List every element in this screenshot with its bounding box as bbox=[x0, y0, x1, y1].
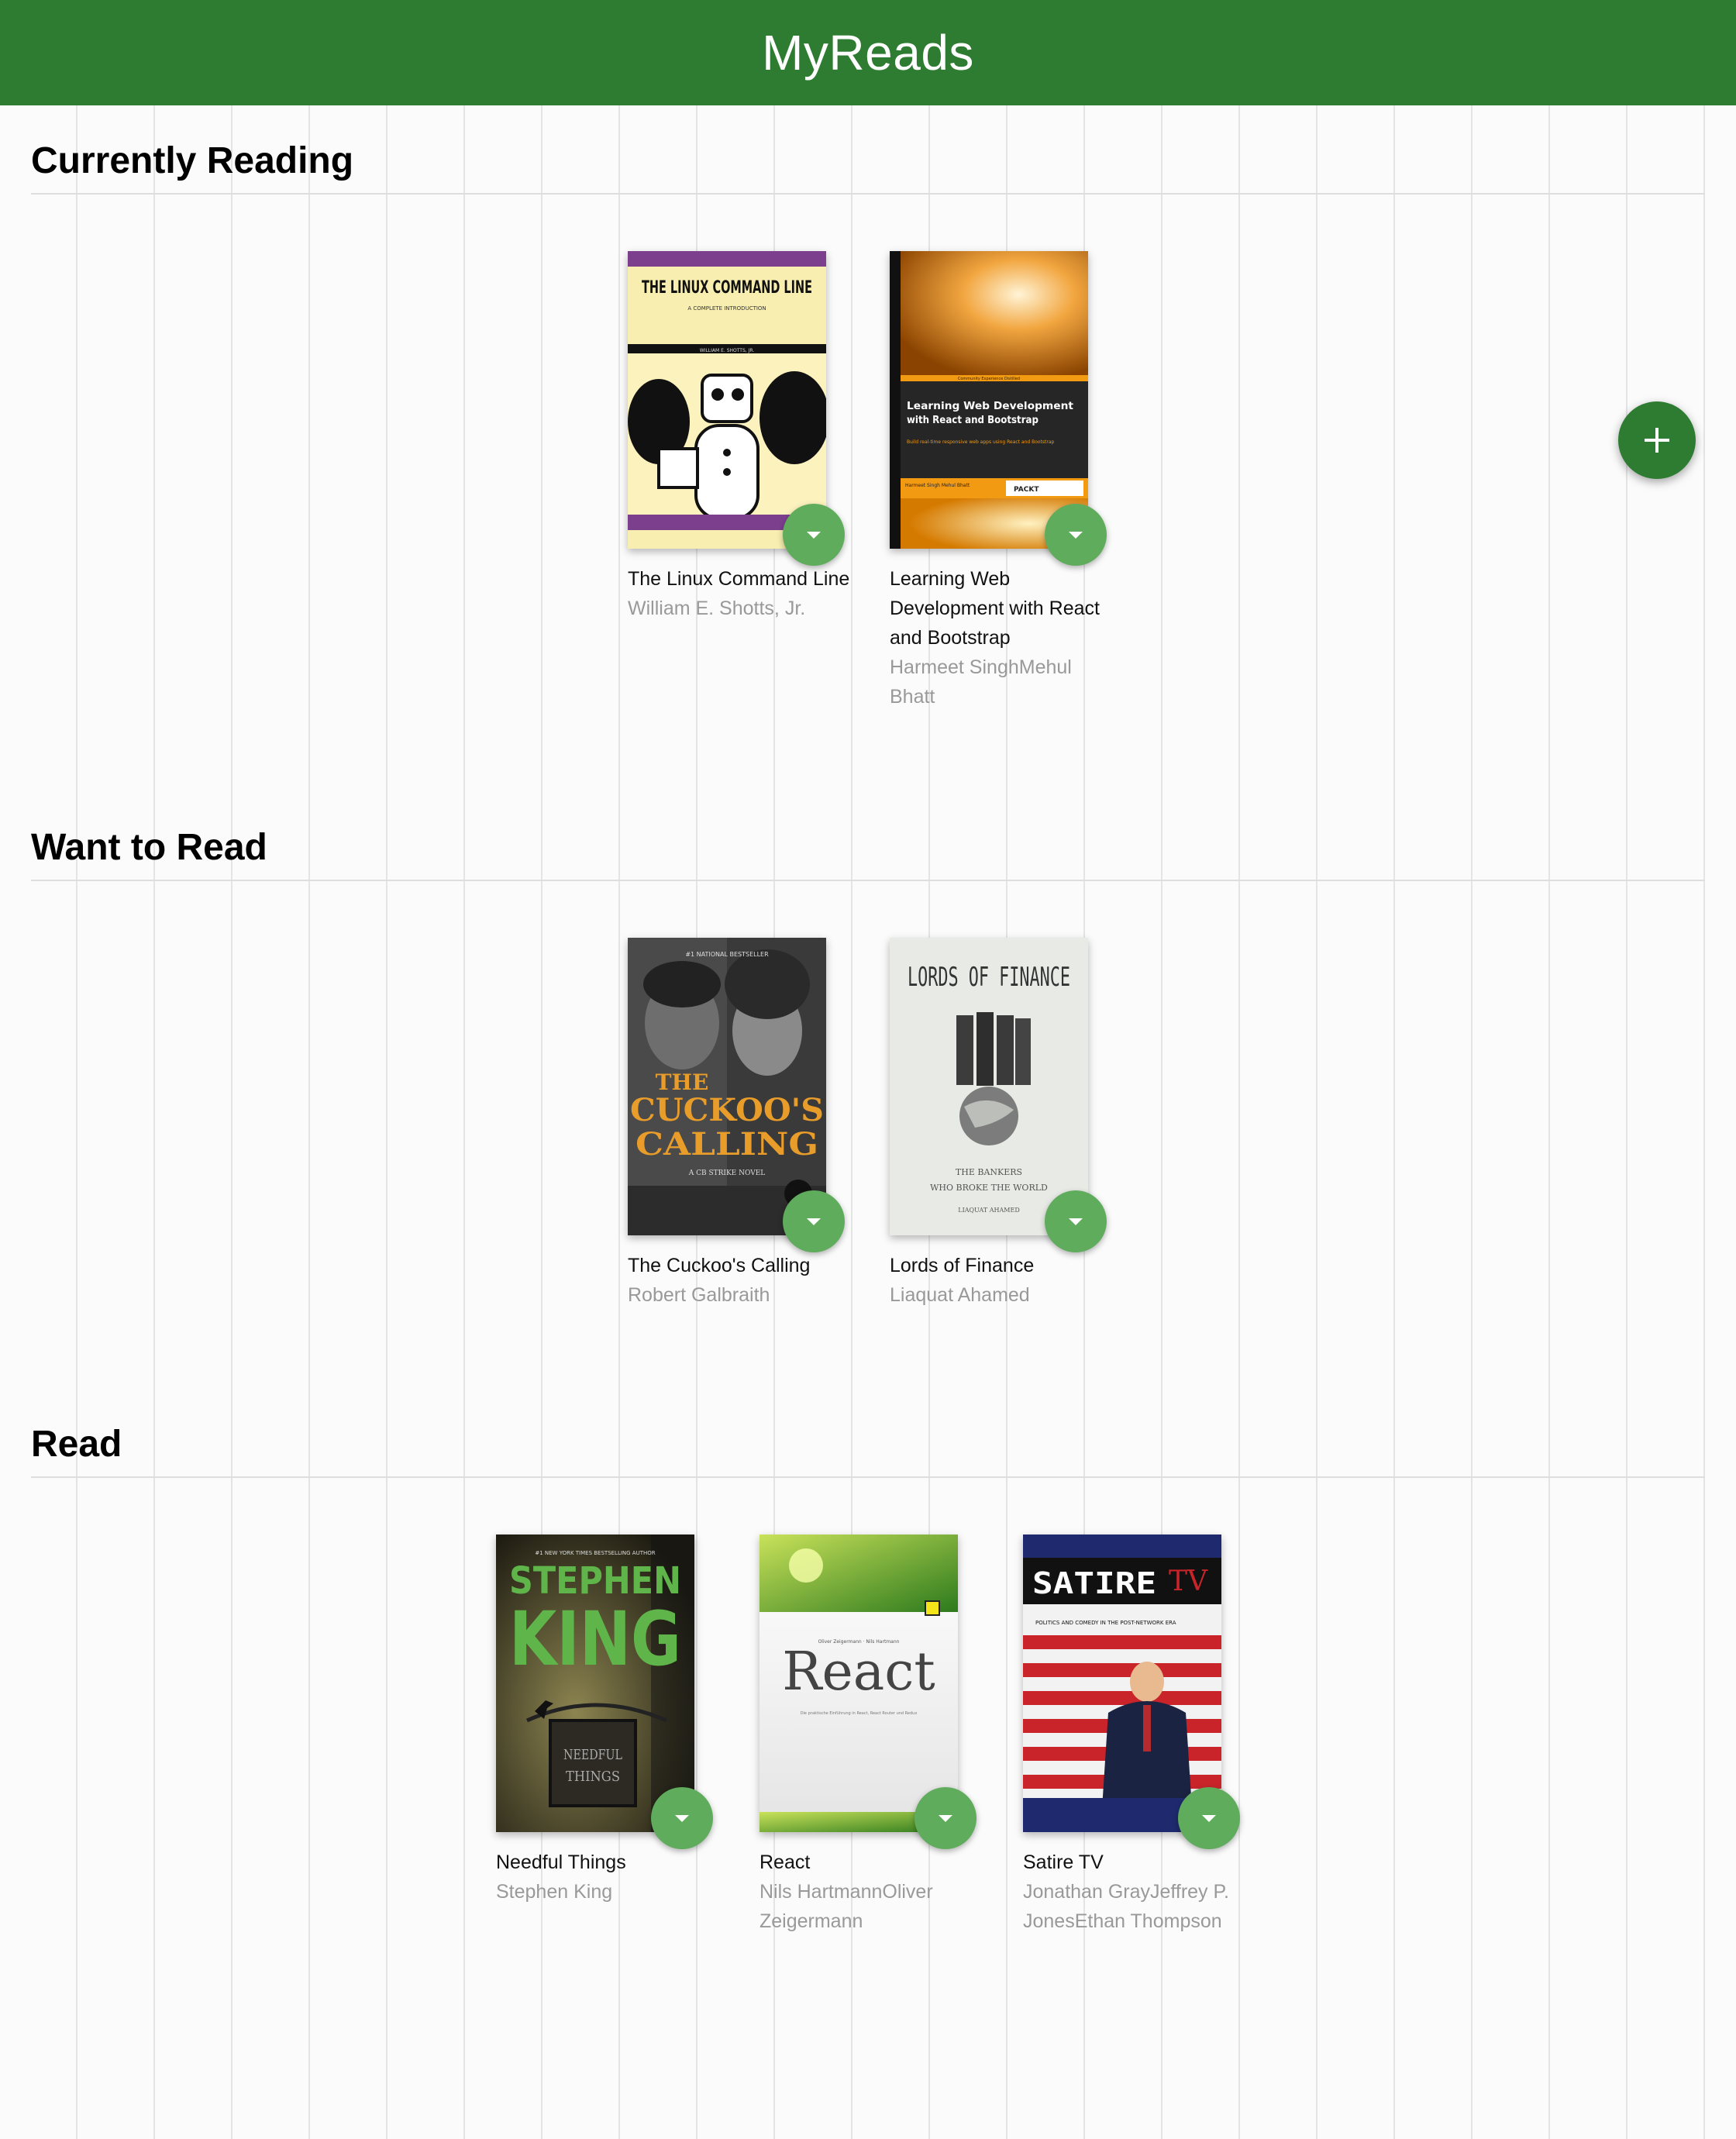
triangle-down-icon bbox=[1069, 1218, 1083, 1225]
book-cover[interactable]: Community Experience Distilled Learning … bbox=[890, 251, 1088, 549]
triangle-down-icon bbox=[807, 1218, 821, 1225]
book-authors: Harmeet SinghMehul Bhatt bbox=[890, 656, 1072, 708]
shelf-title: Currently Reading bbox=[31, 140, 1705, 195]
book-cover[interactable]: #1 NATIONAL BESTSELLER THE CUCKOO'S CALL… bbox=[628, 938, 826, 1235]
book-cover[interactable]: #1 NEW YORK TIMES BESTSELLING AUTHOR STE… bbox=[496, 1534, 694, 1832]
book-title: Satire TV bbox=[1023, 1851, 1104, 1873]
svg-text:KING: KING bbox=[509, 1596, 681, 1683]
svg-text:THE BANKERS: THE BANKERS bbox=[956, 1167, 1022, 1177]
add-book-button[interactable] bbox=[1618, 401, 1696, 479]
triangle-down-icon bbox=[939, 1814, 952, 1822]
svg-text:with React and Bootstrap: with React and Bootstrap bbox=[907, 415, 1038, 426]
shelf-changer-button[interactable] bbox=[914, 1787, 976, 1849]
triangle-down-icon bbox=[1069, 531, 1083, 539]
shelf-title: Read bbox=[31, 1423, 1705, 1478]
svg-text:NEEDFUL: NEEDFUL bbox=[563, 1747, 622, 1763]
svg-text:#1 NATIONAL BESTSELLER: #1 NATIONAL BESTSELLER bbox=[685, 951, 769, 958]
svg-text:POLITICS AND COMEDY IN THE POS: POLITICS AND COMEDY IN THE POST-NETWORK … bbox=[1035, 1620, 1176, 1626]
shelf-changer-button[interactable] bbox=[651, 1787, 713, 1849]
book-title: Learning Web Development with React and … bbox=[890, 568, 1100, 649]
svg-text:A CB STRIKE NOVEL: A CB STRIKE NOVEL bbox=[688, 1169, 766, 1177]
svg-text:Learning Web Development: Learning Web Development bbox=[907, 401, 1073, 412]
shelf-title: Want to Read bbox=[31, 826, 1705, 881]
svg-text:WHO BROKE THE WORLD: WHO BROKE THE WORLD bbox=[930, 1183, 1048, 1193]
book-cover[interactable]: LORDS OF FINANCE THE BANKERS WHO BROKE T… bbox=[890, 938, 1088, 1235]
triangle-down-icon bbox=[807, 531, 821, 539]
svg-text:PACKT: PACKT bbox=[1014, 486, 1039, 494]
book-title: The Cuckoo's Calling bbox=[628, 1255, 811, 1276]
book-authors: Liaquat Ahamed bbox=[890, 1284, 1030, 1306]
book-authors: Jonathan GrayJeffrey P. JonesEthan Thomp… bbox=[1023, 1881, 1229, 1932]
svg-text:THINGS: THINGS bbox=[566, 1769, 620, 1785]
book-authors: Nils HartmannOliver Zeigermann bbox=[760, 1881, 933, 1932]
triangle-down-icon bbox=[1202, 1814, 1216, 1822]
svg-text:WILLIAM E. SHOTTS, JR.: WILLIAM E. SHOTTS, JR. bbox=[700, 348, 755, 353]
svg-text:SATIRE: SATIRE bbox=[1032, 1566, 1156, 1600]
svg-text:CUCKOO'S: CUCKOO'S bbox=[630, 1092, 824, 1128]
svg-text:React: React bbox=[782, 1641, 935, 1703]
svg-text:CALLING: CALLING bbox=[636, 1126, 818, 1162]
svg-text:Die praktische Einführung in R: Die praktische Einführung in React, Reac… bbox=[801, 1711, 918, 1716]
book-title: The Linux Command Line bbox=[628, 568, 850, 590]
triangle-down-icon bbox=[675, 1814, 689, 1822]
svg-text:Harmeet Singh Mehul Bhatt: Harmeet Singh Mehul Bhatt bbox=[905, 483, 970, 488]
shelf-currently-reading: Currently Reading bbox=[31, 140, 1705, 195]
book-authors: Robert Galbraith bbox=[628, 1284, 770, 1306]
app-title: MyReads bbox=[762, 25, 974, 81]
book-title: Needful Things bbox=[496, 1851, 626, 1873]
book-title: Lords of Finance bbox=[890, 1255, 1035, 1276]
shelf-changer-button[interactable] bbox=[783, 504, 845, 566]
cover-heading: THE LINUX COMMAND LINE bbox=[642, 278, 812, 298]
svg-text:LORDS OF FINANCE: LORDS OF FINANCE bbox=[908, 962, 1070, 993]
book-title: React bbox=[760, 1851, 811, 1873]
shelf-changer-button[interactable] bbox=[1045, 1190, 1107, 1252]
svg-text:TV: TV bbox=[1169, 1566, 1208, 1597]
svg-text:A COMPLETE INTRODUCTION: A COMPLETE INTRODUCTION bbox=[687, 305, 766, 312]
svg-text:LIAQUAT AHAMED: LIAQUAT AHAMED bbox=[958, 1207, 1020, 1214]
shelf-want-to-read: Want to Read bbox=[31, 826, 1705, 881]
book-cover[interactable]: THE LINUX COMMAND LINE A COMPLETE INTROD… bbox=[628, 251, 826, 549]
shelf-changer-button[interactable] bbox=[1178, 1787, 1240, 1849]
plus-icon bbox=[1645, 428, 1669, 453]
book-cover[interactable]: Oliver Zeigermann · Nils Hartmann React … bbox=[760, 1534, 958, 1832]
shelf-changer-button[interactable] bbox=[1045, 504, 1107, 566]
book-cover[interactable]: SATIRE TV POLITICS AND COMEDY IN THE POS… bbox=[1023, 1534, 1221, 1832]
shelf-read: Read bbox=[31, 1423, 1705, 1478]
svg-text:#1 NEW YORK TIMES BESTSELLING: #1 NEW YORK TIMES BESTSELLING AUTHOR bbox=[535, 1550, 655, 1556]
book-authors: William E. Shotts, Jr. bbox=[628, 598, 806, 619]
shelf-changer-button[interactable] bbox=[783, 1190, 845, 1252]
svg-text:Community Experience Distilled: Community Experience Distilled bbox=[958, 377, 1020, 381]
svg-text:Build real-time responsive web: Build real-time responsive web apps usin… bbox=[907, 439, 1055, 445]
book-authors: Stephen King bbox=[496, 1881, 613, 1903]
app-header: MyReads bbox=[0, 0, 1736, 105]
